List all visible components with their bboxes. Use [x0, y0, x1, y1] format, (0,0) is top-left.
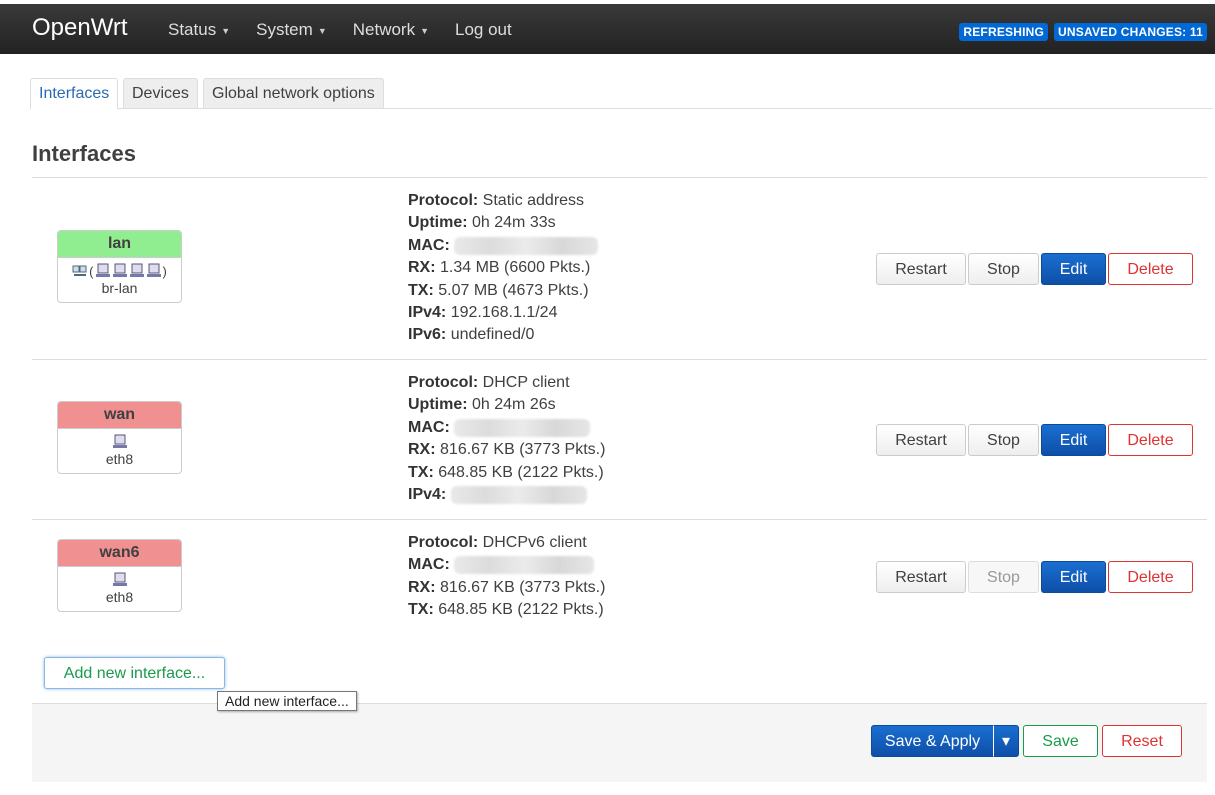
unsaved-changes-badge[interactable]: UNSAVED CHANGES: 11 [1054, 23, 1207, 41]
interface-name: wan6 [58, 540, 181, 567]
main-menu: Status ▼ System ▼ Network ▼ Log out [168, 20, 538, 40]
menu-status[interactable]: Status ▼ [168, 20, 230, 40]
divider [32, 519, 1207, 520]
chevron-down-icon: ▼ [317, 25, 327, 36]
tab-devices[interactable]: Devices [123, 78, 198, 108]
interface-info-wan: Protocol: DHCP client Uptime: 0h 24m 26s… [408, 374, 606, 504]
reset-button[interactable]: Reset [1102, 725, 1182, 757]
interface-badge-wan6: wan6 eth8 [57, 539, 182, 612]
save-button[interactable]: Save [1023, 725, 1098, 757]
chevron-down-icon: ▼ [420, 25, 430, 36]
stop-button[interactable]: Stop [968, 424, 1039, 456]
edit-button[interactable]: Edit [1041, 424, 1106, 456]
tab-bar: Interfaces Devices Global network option… [30, 78, 1213, 109]
ethernet-port-icon [95, 263, 110, 277]
menu-system[interactable]: System ▼ [256, 20, 327, 40]
menu-network[interactable]: Network ▼ [353, 20, 429, 40]
brand-logo[interactable]: OpenWrt [32, 14, 128, 42]
menu-logout[interactable]: Log out [455, 20, 512, 40]
delete-button[interactable]: Delete [1108, 424, 1193, 456]
ethernet-port-icon [112, 263, 127, 277]
tab-interfaces[interactable]: Interfaces [30, 78, 119, 109]
redacted-value [450, 485, 587, 504]
interface-badge-wan: wan eth8 [57, 401, 182, 474]
save-apply-dropdown[interactable]: ▾ [993, 725, 1019, 757]
device-name: eth8 [105, 451, 134, 467]
edit-button[interactable]: Edit [1041, 561, 1106, 593]
add-interface-button[interactable]: Add new interface... [44, 657, 225, 689]
restart-button[interactable]: Restart [876, 253, 966, 285]
bridge-ports: ( ) [58, 262, 181, 280]
save-apply-button[interactable]: Save & Apply [871, 725, 994, 757]
divider [32, 359, 1207, 360]
ethernet-port-icon [129, 263, 144, 277]
device-name: br-lan [101, 280, 138, 296]
redacted-value [454, 418, 591, 437]
ethernet-port-icon [112, 434, 127, 448]
restart-button[interactable]: Restart [876, 561, 966, 593]
bridge-icon [72, 265, 87, 276]
interface-info-lan: Protocol: Static address Uptime: 0h 24m … [408, 190, 599, 347]
delete-button[interactable]: Delete [1108, 561, 1193, 593]
page-title: Interfaces [32, 141, 136, 166]
device-name: eth8 [105, 589, 134, 605]
tooltip: Add new interface... [217, 691, 357, 711]
status-indicators: REFRESHING UNSAVED CHANGES: 11 [959, 23, 1207, 41]
device-ports [58, 571, 181, 589]
divider [32, 177, 1207, 178]
chevron-down-icon: ▼ [221, 25, 231, 36]
interface-info-wan6: Protocol: DHCPv6 client MAC: RX: 816.67 … [408, 534, 606, 619]
redacted-value [454, 556, 595, 575]
delete-button[interactable]: Delete [1108, 253, 1193, 285]
top-navbar: OpenWrt Status ▼ System ▼ Network ▼ Log out… [0, 4, 1215, 54]
stop-button: Stop [968, 561, 1039, 593]
stop-button[interactable]: Stop [968, 253, 1039, 285]
ethernet-port-icon [112, 572, 127, 586]
device-ports [58, 433, 181, 451]
edit-button[interactable]: Edit [1041, 253, 1106, 285]
refreshing-badge[interactable]: REFRESHING [959, 23, 1049, 41]
interface-name: lan [58, 231, 181, 258]
redacted-value [454, 236, 599, 255]
tab-global-network-options[interactable]: Global network options [203, 78, 384, 108]
ethernet-port-icon [146, 263, 161, 277]
interface-badge-lan: lan ( ) br-lan [57, 230, 182, 303]
restart-button[interactable]: Restart [876, 424, 966, 456]
interface-name: wan [58, 402, 181, 429]
